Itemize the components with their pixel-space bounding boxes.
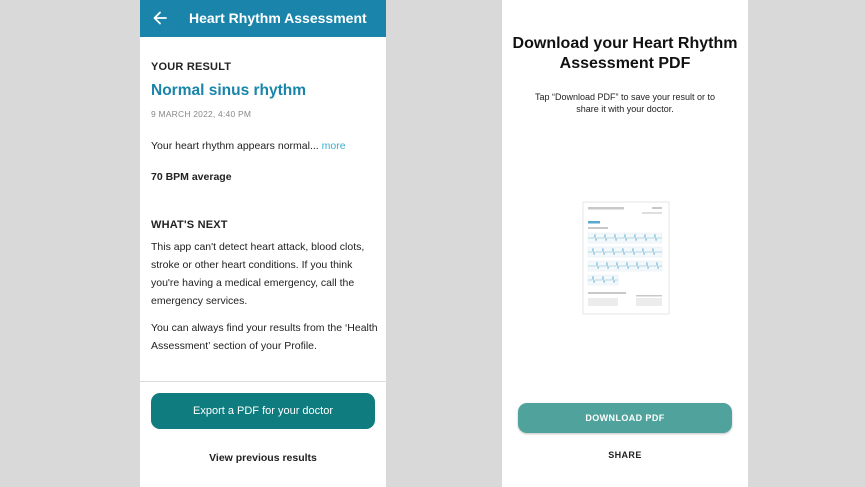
download-pdf-screen: Download your Heart Rhythm Assessment PD… [502, 0, 748, 487]
result-title: Normal sinus rhythm [151, 82, 307, 99]
header-title: Heart Rhythm Assessment [189, 10, 367, 26]
share-button[interactable]: SHARE [502, 450, 748, 460]
profile-hint-text: You can always find your results from th… [151, 322, 378, 352]
your-result-label: YOUR RESULT [151, 61, 232, 73]
result-summary: Your heart rhythm appears normal... more [151, 140, 346, 152]
download-title: Download your Heart Rhythm Assessment PD… [512, 35, 738, 72]
result-screen: Heart Rhythm Assessment YOUR RESULT Norm… [140, 0, 386, 487]
download-pdf-button[interactable]: DOWNLOAD PDF [518, 403, 732, 433]
whats-next-text: This app can't detect heart attack, bloo… [151, 241, 365, 307]
result-date: 9 MARCH 2022, 4:40 PM [151, 109, 252, 119]
pdf-preview-icon [582, 201, 670, 315]
bpm-average: 70 BPM average [151, 171, 232, 183]
download-description: Tap “Download PDF” to save your result o… [534, 92, 716, 114]
export-pdf-button[interactable]: Export a PDF for your doctor [151, 393, 375, 429]
summary-text: Your heart rhythm appears normal... [151, 140, 319, 152]
back-arrow-icon[interactable] [152, 9, 168, 27]
app-bar: Heart Rhythm Assessment [140, 0, 386, 37]
divider [140, 381, 386, 382]
view-previous-results-link[interactable]: View previous results [140, 452, 386, 464]
whats-next-label: WHAT'S NEXT [151, 219, 228, 231]
more-link[interactable]: more [322, 140, 346, 152]
